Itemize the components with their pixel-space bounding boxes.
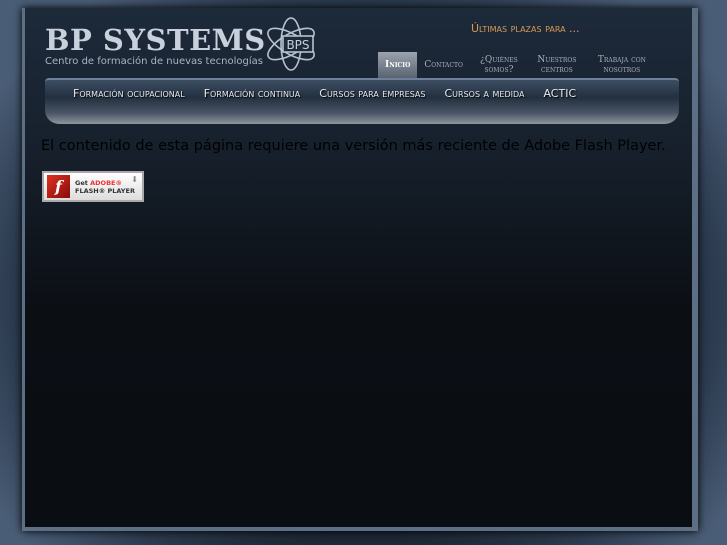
flash-required-message: El contenido de esta página requiere una… <box>41 138 666 154</box>
main-nav-actic[interactable]: ACTIC <box>543 87 576 100</box>
main-nav-cursos-empresas[interactable]: Cursos para empresas <box>319 87 425 100</box>
main-nav-cursos-medida[interactable]: Cursos a medida <box>444 87 524 100</box>
logo-badge: BPS <box>286 38 309 52</box>
top-nav-contacto[interactable]: Contacto <box>417 52 470 78</box>
ultimas-plazas-link[interactable]: Últimas plazas para ... <box>471 22 580 35</box>
get-flash-player-button[interactable]: f Get ADOBE® FLASH® PLAYER ⬇ <box>42 171 144 202</box>
flash-player-label: FLASH® PLAYER <box>75 186 135 195</box>
top-nav-inicio[interactable]: Inicio <box>378 52 418 78</box>
flash-logo-icon: f <box>47 175 70 198</box>
atom-logo-icon: BPS <box>267 17 315 71</box>
main-nav-formacion-ocupacional[interactable]: Formación ocupacional <box>73 87 185 100</box>
top-nav: Inicio Contacto ¿Quiénes somos? Nuestros… <box>378 52 658 78</box>
top-nav-trabaja-con-nosotros[interactable]: Trabaja con nosotros <box>586 52 658 78</box>
main-nav: Formación ocupacional Formación continua… <box>45 78 679 124</box>
flash-get: Get <box>75 178 88 187</box>
main-nav-formacion-continua[interactable]: Formación continua <box>204 87 301 100</box>
page-panel: BP SYSTEMS Centro de formación de nuevas… <box>22 8 698 531</box>
tagline: Centro de formación de nuevas tecnología… <box>45 56 263 67</box>
flash-adobe: ADOBE® <box>90 178 122 187</box>
top-nav-nuestros-centros[interactable]: Nuestros centros <box>528 52 586 78</box>
logo-text[interactable]: BP SYSTEMS <box>45 23 266 57</box>
download-icon: ⬇ <box>131 175 138 184</box>
top-nav-quienes-somos[interactable]: ¿Quiénes somos? <box>470 52 528 78</box>
